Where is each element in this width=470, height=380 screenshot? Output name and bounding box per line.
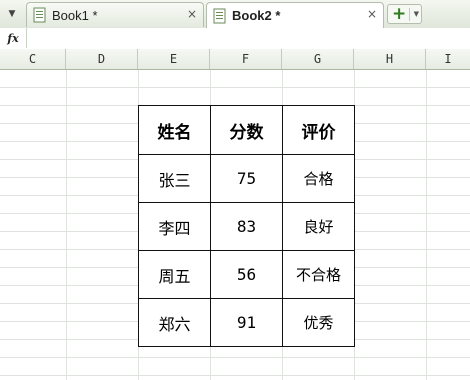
column-header-row: C D E F G H I <box>0 49 470 70</box>
header-cell-score[interactable]: 分数 <box>210 105 283 155</box>
table-row: 李四 83 良好 <box>138 202 355 251</box>
tab-list-dropdown-icon[interactable]: ▼ <box>2 4 22 24</box>
cell-rating[interactable]: 良好 <box>282 202 355 251</box>
column-header-i[interactable]: I <box>426 49 470 69</box>
fx-icon[interactable]: fx <box>0 28 27 48</box>
column-header-e[interactable]: E <box>138 49 210 69</box>
spreadsheet-doc-icon <box>213 8 227 24</box>
table-header-row: 姓名 分数 评价 <box>138 105 355 155</box>
column-header-g[interactable]: G <box>282 49 354 69</box>
cell-score[interactable]: 83 <box>210 202 283 251</box>
chevron-down-icon[interactable]: ▼ <box>414 10 419 18</box>
table-row: 张三 75 合格 <box>138 154 355 203</box>
header-cell-name[interactable]: 姓名 <box>138 105 211 155</box>
new-tab-button[interactable]: + ▼ <box>387 4 422 24</box>
plus-icon: + <box>392 4 407 24</box>
column-header-d[interactable]: D <box>66 49 138 69</box>
table-row: 周五 56 不合格 <box>138 250 355 299</box>
column-header-c[interactable]: C <box>0 49 66 69</box>
formula-bar: fx <box>0 28 470 50</box>
formula-input[interactable] <box>28 28 468 48</box>
cell-name[interactable]: 李四 <box>138 202 211 251</box>
cell-score[interactable]: 75 <box>210 154 283 203</box>
tab-book2-label: Book2 * <box>232 8 281 23</box>
column-header-f[interactable]: F <box>210 49 282 69</box>
cell-score[interactable]: 91 <box>210 298 283 347</box>
column-header-h[interactable]: H <box>354 49 426 69</box>
cell-score[interactable]: 56 <box>210 250 283 299</box>
close-icon[interactable]: × <box>187 7 197 21</box>
score-table: 姓名 分数 评价 张三 75 合格 李四 83 良好 周五 56 不合格 郑六 … <box>138 105 355 347</box>
cell-rating[interactable]: 合格 <box>282 154 355 203</box>
spreadsheet-doc-icon <box>33 7 47 23</box>
cell-name[interactable]: 郑六 <box>138 298 211 347</box>
tab-book1[interactable]: Book1 * × <box>26 2 204 27</box>
header-cell-rating[interactable]: 评价 <box>282 105 355 155</box>
cell-name[interactable]: 周五 <box>138 250 211 299</box>
close-icon[interactable]: × <box>367 7 377 21</box>
cell-rating[interactable]: 不合格 <box>282 250 355 299</box>
cell-rating[interactable]: 优秀 <box>282 298 355 347</box>
table-row: 郑六 91 优秀 <box>138 298 355 347</box>
cell-name[interactable]: 张三 <box>138 154 211 203</box>
tab-bar: ▼ Book1 * × Book2 * × + ▼ <box>0 0 470 29</box>
tab-book2[interactable]: Book2 * × <box>206 2 384 28</box>
tab-book1-label: Book1 * <box>52 7 98 23</box>
